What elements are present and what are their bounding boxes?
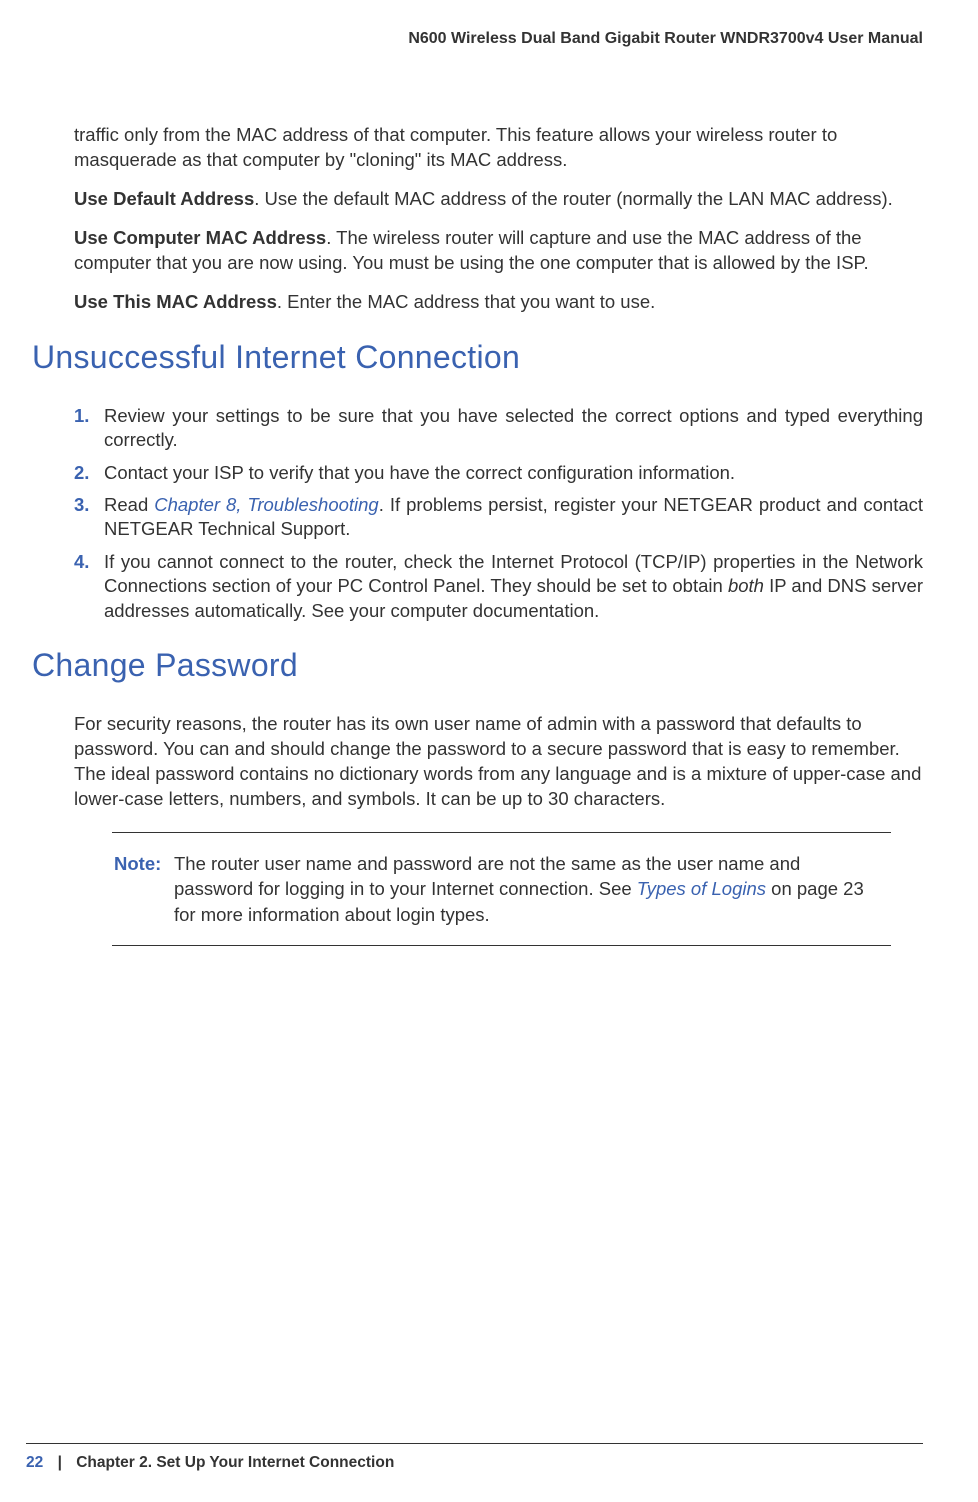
header-title: N600 Wireless Dual Band Gigabit Router W… (408, 30, 923, 47)
types-of-logins-link[interactable]: Types of Logins (637, 878, 766, 899)
bold-label: Use Default Address (74, 188, 254, 209)
list-text: Contact your ISP to verify that you have… (104, 462, 735, 483)
paragraph-use-computer-mac: Use Computer MAC Address. The wireless r… (74, 226, 923, 276)
bold-label: Use Computer MAC Address (74, 227, 326, 248)
list-item: Read Chapter 8, Troubleshooting. If prob… (74, 493, 923, 542)
note-box: Note: The router user name and password … (112, 832, 891, 947)
footer-separator: | (48, 1454, 72, 1471)
italic-word: both (728, 575, 764, 596)
list-item: Contact your ISP to verify that you have… (74, 461, 923, 485)
paragraph-use-this-mac: Use This MAC Address. Enter the MAC addr… (74, 290, 923, 315)
note-row: Note: The router user name and password … (112, 851, 881, 928)
list-prefix: Read (104, 494, 154, 515)
heading-unsuccessful-connection: Unsuccessful Internet Connection (32, 339, 923, 376)
heading-change-password: Change Password (32, 647, 923, 684)
note-body: The router user name and password are no… (174, 851, 881, 928)
para-text: . Enter the MAC address that you want to… (277, 291, 655, 312)
paragraph-use-default: Use Default Address. Use the default MAC… (74, 187, 923, 212)
para-text: . Use the default MAC address of the rou… (254, 188, 893, 209)
list-item: If you cannot connect to the router, che… (74, 550, 923, 623)
note-label: Note: (112, 851, 174, 928)
continuation-paragraph: traffic only from the MAC address of tha… (74, 123, 923, 173)
page-content: traffic only from the MAC address of tha… (0, 48, 978, 946)
page-number: 22 (26, 1454, 43, 1471)
chapter-link[interactable]: Chapter 8, Troubleshooting (154, 494, 379, 515)
page-footer: 22 | Chapter 2. Set Up Your Internet Con… (26, 1443, 923, 1472)
list-text: Review your settings to be sure that you… (104, 405, 923, 450)
document-header: N600 Wireless Dual Band Gigabit Router W… (0, 0, 978, 48)
numbered-list: Review your settings to be sure that you… (74, 404, 923, 623)
list-item: Review your settings to be sure that you… (74, 404, 923, 453)
change-password-body: For security reasons, the router has its… (74, 712, 923, 812)
bold-label: Use This MAC Address (74, 291, 277, 312)
chapter-label: Chapter 2. Set Up Your Internet Connecti… (76, 1454, 394, 1471)
